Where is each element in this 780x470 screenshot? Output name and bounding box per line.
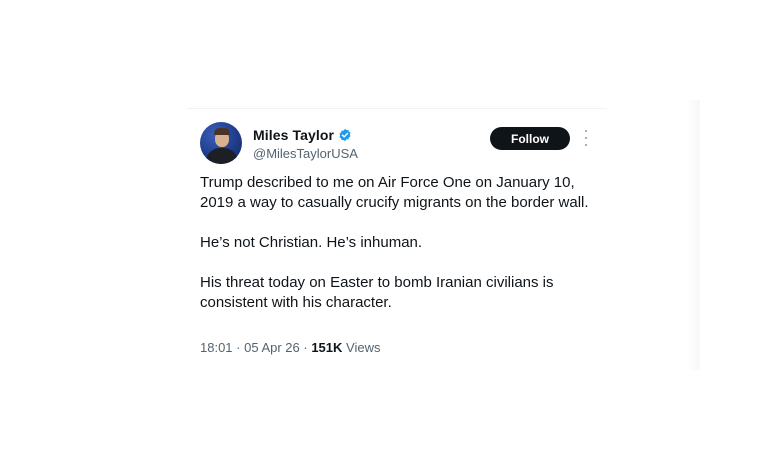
more-dot: [585, 130, 587, 132]
author-display-name[interactable]: Miles Taylor: [253, 127, 334, 143]
avatar-hair: [214, 128, 230, 135]
tweet-text: Trump described to me on Air Force One o…: [200, 173, 595, 333]
avatar[interactable]: [200, 122, 242, 164]
meta-separator: ·: [299, 340, 312, 355]
more-dot: [585, 137, 587, 139]
tweet-time[interactable]: 18:01: [200, 340, 233, 355]
name-row: Miles Taylor: [253, 127, 358, 143]
follow-button[interactable]: Follow: [490, 127, 570, 150]
views-label: Views: [342, 340, 381, 355]
background-edge: [686, 100, 700, 370]
views-count: 151K: [311, 340, 343, 355]
meta-separator: ·: [232, 340, 245, 355]
tweet-card: Miles Taylor @MilesTaylorUSA Follow Trum…: [187, 108, 607, 370]
author-handle[interactable]: @MilesTaylorUSA: [253, 146, 358, 161]
tweet-paragraph: His threat today on Easter to bomb Irani…: [200, 274, 554, 311]
avatar-body: [206, 148, 238, 164]
tweet-meta: 18:01 · 05 Apr 26 · 151K Views: [200, 340, 380, 355]
tweet-date[interactable]: 05 Apr 26: [244, 340, 300, 355]
more-options-icon[interactable]: [583, 130, 589, 146]
author-block: Miles Taylor @MilesTaylorUSA: [253, 127, 358, 161]
more-dot: [585, 144, 587, 146]
verified-badge-icon: [339, 128, 351, 142]
tweet-paragraph: He’s not Christian. He’s inhuman.: [200, 234, 423, 251]
tweet-paragraph: Trump described to me on Air Force One o…: [200, 174, 589, 211]
